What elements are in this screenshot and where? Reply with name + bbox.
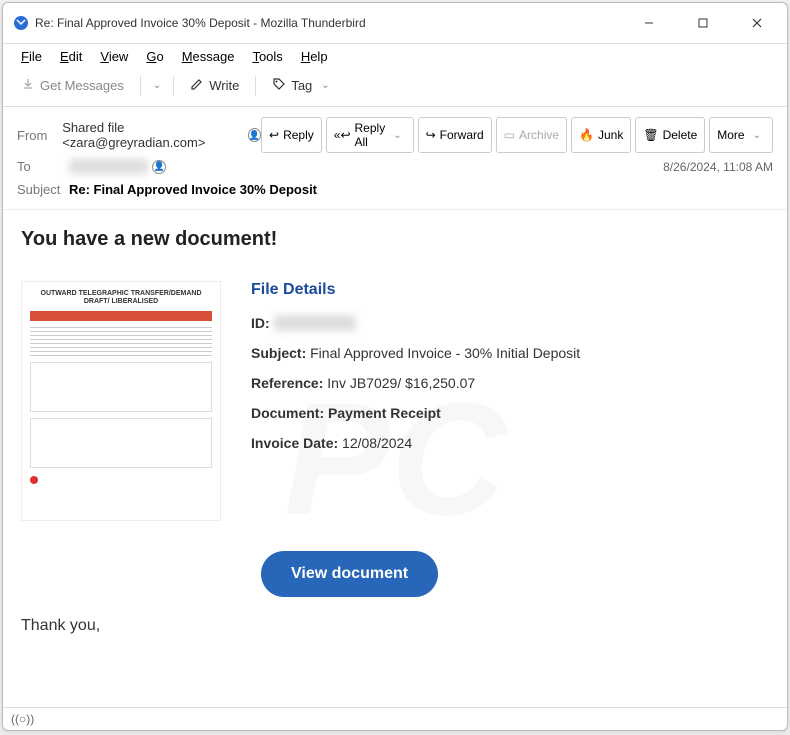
app-icon (13, 15, 29, 31)
get-messages-button[interactable]: Get Messages (13, 73, 132, 98)
contact-icon[interactable]: 👤 (152, 160, 166, 174)
subject-value: Re: Final Approved Invoice 30% Deposit (69, 182, 317, 197)
download-icon (21, 77, 35, 94)
forward-button[interactable]: ↪Forward (418, 117, 492, 153)
menubar: File Edit View Go Message Tools Help (3, 44, 787, 69)
contact-icon[interactable]: 👤 (248, 128, 261, 142)
pencil-icon (190, 77, 204, 94)
minimize-button[interactable] (629, 9, 669, 37)
menu-help[interactable]: Help (293, 46, 336, 67)
forward-icon: ↪ (426, 128, 436, 142)
message-date: 8/26/2024, 11:08 AM (663, 160, 773, 174)
junk-icon: 🔥 (579, 128, 594, 142)
connection-indicator-icon[interactable]: ((○)) (11, 712, 34, 726)
statusbar: ((○)) (3, 707, 787, 730)
chevron-down-icon[interactable]: ⌄ (149, 80, 165, 91)
menu-view[interactable]: View (92, 46, 136, 67)
chevron-down-icon: ⌄ (749, 130, 765, 141)
trash-icon: 🗑 (643, 128, 658, 142)
reply-icon: ↩ (269, 128, 279, 142)
more-button[interactable]: More⌄ (709, 117, 773, 153)
toolbar: Get Messages ⌄ Write Tag ⌄ (3, 69, 787, 107)
chevron-down-icon: ⌄ (317, 80, 333, 91)
tag-button[interactable]: Tag ⌄ (264, 73, 341, 98)
menu-go[interactable]: Go (138, 46, 171, 67)
tag-icon (272, 77, 286, 94)
file-details-title: File Details (251, 281, 580, 299)
subject-label: Subject (17, 182, 69, 197)
to-value-redacted: hidden (69, 159, 148, 174)
reply-all-icon: «↩ (334, 128, 351, 142)
maximize-button[interactable] (683, 9, 723, 37)
from-label: From (17, 128, 62, 143)
menu-tools[interactable]: Tools (244, 46, 290, 67)
message-header: From Shared file <zara@greyradian.com> 👤… (3, 107, 787, 210)
view-document-button[interactable]: View document (261, 551, 438, 597)
to-label: To (17, 159, 69, 174)
document-thumbnail: OUTWARD TELEGRAPHIC TRANSFER/DEMAND DRAF… (21, 281, 221, 521)
archive-icon: ▭ (504, 128, 515, 142)
reply-button[interactable]: ↩Reply (261, 117, 322, 153)
thankyou-text: Thank you, (21, 617, 769, 635)
file-details: File Details ID: hidden Subject: Final A… (251, 281, 580, 521)
separator (140, 76, 141, 96)
reply-all-button[interactable]: «↩Reply All⌄ (326, 117, 414, 153)
archive-button[interactable]: ▭Archive (496, 117, 567, 153)
menu-message[interactable]: Message (174, 46, 243, 67)
from-value[interactable]: Shared file <zara@greyradian.com> (62, 120, 244, 150)
menu-file[interactable]: File (13, 46, 50, 67)
junk-button[interactable]: 🔥Junk (571, 117, 631, 153)
write-button[interactable]: Write (182, 73, 247, 98)
delete-button[interactable]: 🗑Delete (635, 117, 705, 153)
window-title: Re: Final Approved Invoice 30% Deposit -… (35, 16, 629, 30)
id-value-redacted: hidden (274, 315, 356, 331)
message-body: PC You have a new document! OUTWARD TELE… (3, 210, 787, 707)
menu-edit[interactable]: Edit (52, 46, 90, 67)
body-headline: You have a new document! (21, 228, 769, 251)
close-button[interactable] (737, 9, 777, 37)
chevron-down-icon: ⌄ (389, 130, 405, 141)
